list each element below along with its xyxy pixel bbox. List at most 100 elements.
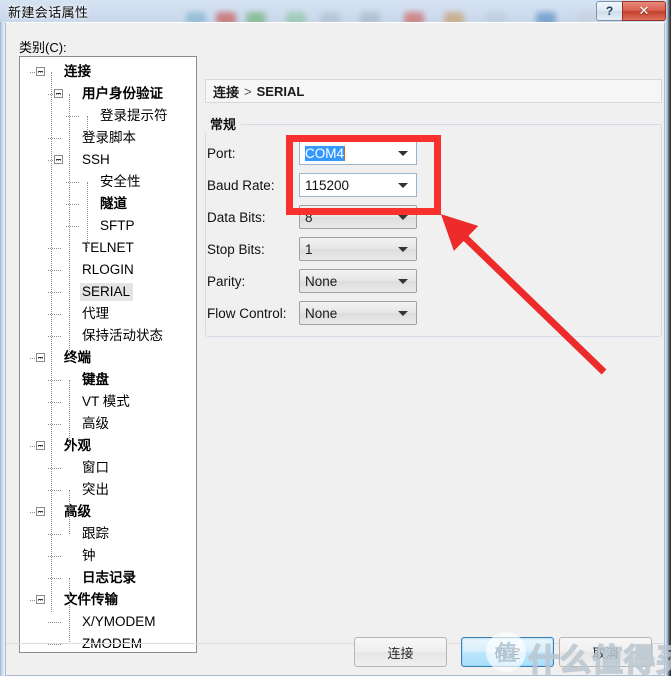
tree-item-13[interactable]: 保持活动状态 (20, 325, 196, 347)
tree-item-26[interactable]: X/YMODEM (20, 611, 196, 633)
tree-connector-line (30, 72, 43, 73)
tree-item-14[interactable]: 终端 (20, 347, 196, 369)
form-row: Parity: None (207, 269, 417, 293)
text-caret (344, 145, 346, 161)
tree-connector-line (69, 380, 70, 446)
tree-connector-line (48, 644, 61, 645)
tree-item-label: ZMODEM (82, 636, 142, 651)
tree-connector-line (48, 380, 61, 381)
tree-connector-line (48, 160, 61, 161)
combobox-baudrate[interactable]: 115200 (299, 173, 417, 197)
form-label: Baud Rate: (207, 177, 275, 193)
tree-item-22[interactable]: 跟踪 (20, 523, 196, 545)
combobox-databits[interactable]: 8 (299, 205, 417, 229)
title-bar[interactable]: 新建会话属性 ? ✕ (0, 0, 671, 24)
tree-connector-line (66, 204, 79, 205)
close-button[interactable]: ✕ (622, 1, 666, 21)
tree-item-label: 窗口 (82, 460, 109, 475)
combobox-value: None (305, 305, 338, 321)
tree-connector-line (48, 292, 61, 293)
tree-connector-line (48, 424, 61, 425)
window-title: 新建会话属性 (8, 5, 89, 20)
tree-item-15[interactable]: 键盘 (20, 369, 196, 391)
tree-item-12[interactable]: 代理 (20, 303, 196, 325)
tree-item-label: 跟踪 (82, 526, 109, 541)
tree-connector-line (69, 578, 70, 644)
tree-item-label: 外观 (64, 438, 91, 453)
connect-button[interactable]: 连接 (354, 637, 447, 667)
tree-item-label: TELNET (82, 240, 134, 255)
tree-connector-line (30, 512, 43, 513)
dialog-window: 新建会话属性 ? ✕ 类别(C): 连接 用户身份验证 登录提示符 登录脚本 SSH 安全… (0, 0, 671, 676)
breadcrumb-root: 连接 (213, 84, 240, 100)
tree-item-18[interactable]: 外观 (20, 435, 196, 457)
tree-connector-line (30, 446, 43, 447)
tree-connector-line (66, 116, 79, 117)
tree-connector-line (69, 490, 70, 534)
tree-item-19[interactable]: 窗口 (20, 457, 196, 479)
tree-connector-line (48, 556, 61, 557)
combobox-value: 115200 (305, 177, 350, 193)
tree-item-label: X/YMODEM (82, 614, 156, 629)
dialog-body: 类别(C): 连接 用户身份验证 登录提示符 登录脚本 SSH 安全性 隧道 SFTP TELN… (5, 22, 665, 676)
tree-item-4[interactable]: 登录脚本 (20, 127, 196, 149)
chevron-down-icon[interactable] (398, 151, 408, 156)
combobox-port[interactable]: COM4 (299, 141, 417, 165)
combobox-value: None (305, 273, 338, 289)
tree-item-label: 代理 (82, 306, 109, 321)
tree-item-5[interactable]: SSH (20, 149, 196, 171)
tree-item-24[interactable]: 日志记录 (20, 567, 196, 589)
tree-connector-line (48, 138, 61, 139)
tree-item-23[interactable]: 钟 (20, 545, 196, 567)
tree-item-3[interactable]: 登录提示符 (20, 105, 196, 127)
tree-item-9[interactable]: TELNET (20, 237, 196, 259)
tree-item-17[interactable]: 高级 (20, 413, 196, 435)
tree-item-label: 连接 (64, 64, 91, 79)
tree-connector-line (48, 534, 61, 535)
tree-item-label: 文件传输 (64, 592, 118, 607)
combobox-stopbits[interactable]: 1 (299, 237, 417, 261)
category-tree-panel[interactable]: 连接用户身份验证 登录提示符登录脚本 SSH 安全性 隧道 SFTP TELNET RLOGI… (19, 56, 197, 653)
chevron-down-icon[interactable] (398, 215, 408, 220)
chevron-down-icon[interactable] (398, 183, 408, 188)
tree-item-16[interactable]: VT 模式 (20, 391, 196, 413)
tree-connector-line (48, 490, 61, 491)
tree-item-7[interactable]: 隧道 (20, 193, 196, 215)
tree-item-label: 钟 (82, 548, 96, 563)
combobox-parity[interactable]: None (299, 269, 417, 293)
tree-connector-line (48, 578, 61, 579)
tree-item-21[interactable]: 高级 (20, 501, 196, 523)
tree-item-20[interactable]: 突出 (20, 479, 196, 501)
cancel-button[interactable]: 取消 (559, 637, 652, 667)
tree-item-8[interactable]: SFTP (20, 215, 196, 237)
combobox-value: 8 (305, 209, 313, 225)
tree-connector-line (66, 226, 79, 227)
form-label: Data Bits: (207, 209, 266, 225)
tree-item-1[interactable]: 连接 (20, 61, 196, 83)
tree-item-label: 登录脚本 (82, 130, 136, 145)
form-row: Flow Control: None (207, 301, 417, 325)
caption-button-group: ? ✕ (596, 1, 666, 21)
general-groupbox-title: 常规 (205, 114, 242, 133)
tree-item-label: SSH (82, 152, 110, 167)
category-label: 类别(C): (19, 40, 67, 55)
chevron-down-icon[interactable] (398, 247, 408, 252)
form-label: Port: (207, 145, 236, 161)
tree-connector-line (48, 622, 61, 623)
tree-item-25[interactable]: 文件传输 (20, 589, 196, 611)
chevron-down-icon[interactable] (398, 279, 408, 284)
chevron-down-icon[interactable] (398, 311, 408, 316)
tree-connector-line (48, 402, 61, 403)
ok-button[interactable]: 确定 (461, 637, 554, 667)
combobox-flowcontrol[interactable]: None (299, 301, 417, 325)
tree-item-label: 突出 (82, 482, 109, 497)
tree-item-6[interactable]: 安全性 (20, 171, 196, 193)
form-row: Data Bits: 8 (207, 205, 417, 229)
help-button[interactable]: ? (596, 1, 622, 21)
tree-item-11[interactable]: SERIAL (20, 281, 196, 303)
tree-item-2[interactable]: 用户身份验证 (20, 83, 196, 105)
combobox-value: 1 (305, 241, 313, 257)
tree-item-label: 高级 (82, 416, 109, 431)
tree-connector-line (48, 314, 61, 315)
tree-item-10[interactable]: RLOGIN (20, 259, 196, 281)
